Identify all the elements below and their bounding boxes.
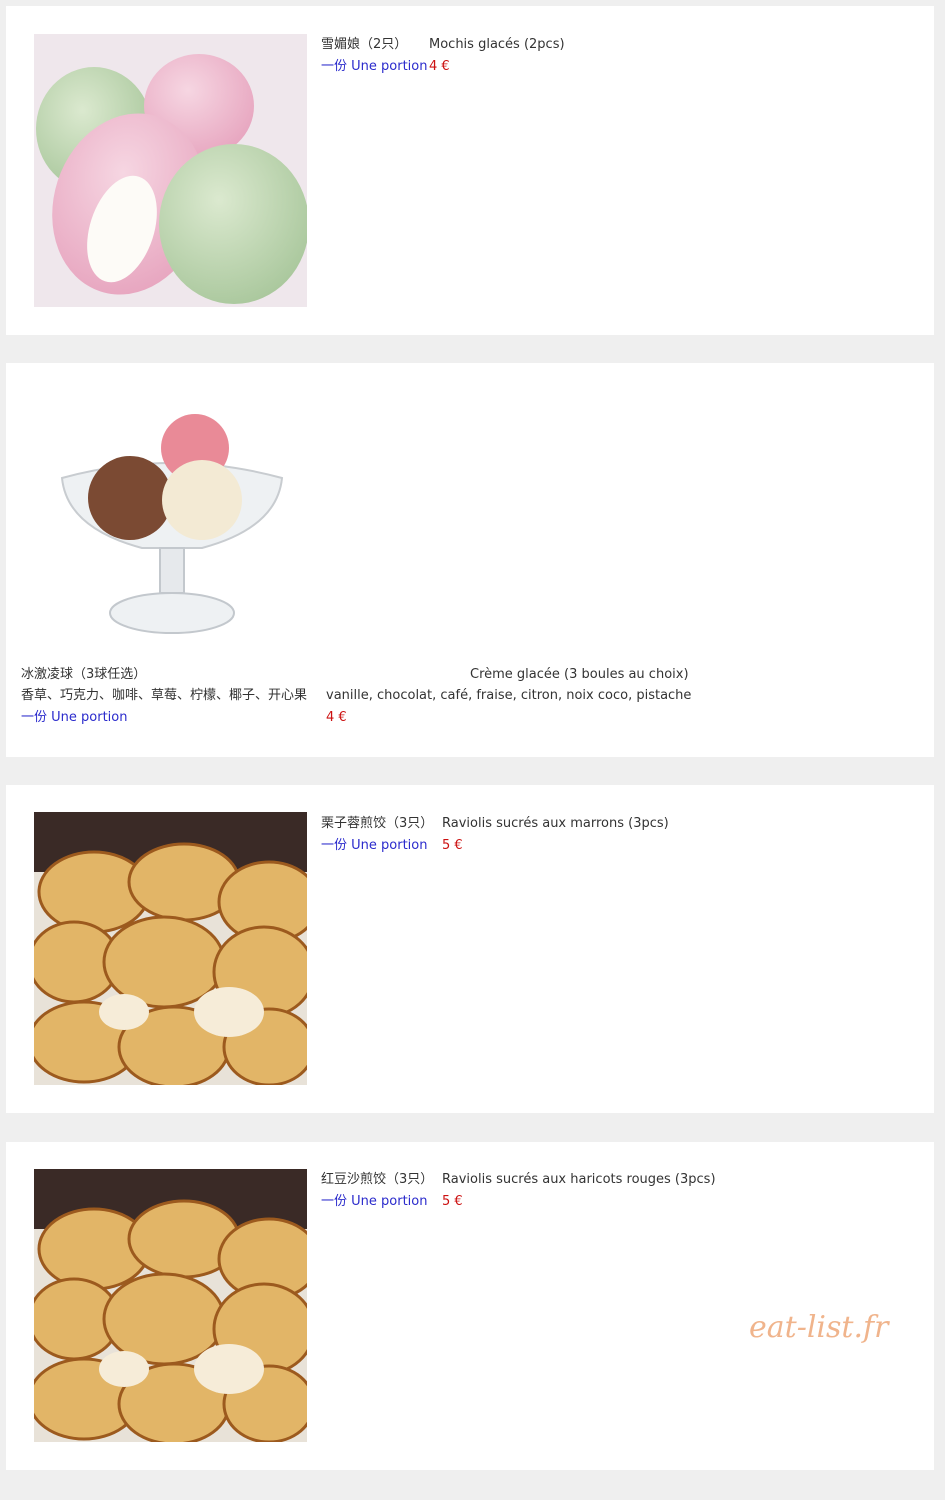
price-label: 4 € xyxy=(429,59,450,74)
menu-item-card: 雪媚娘（2只） Mochis glacés (2pcs) 一份 Une port… xyxy=(6,6,934,335)
item-name-fr: Raviolis sucrés aux marrons (3pcs) xyxy=(442,816,669,831)
flavors-zh: 香草、巧克力、咖啡、草莓、柠檬、椰子、开心果 xyxy=(21,688,308,703)
portion-label: 一份 Une portion xyxy=(321,838,428,853)
portion-label: 一份 Une portion xyxy=(21,710,128,725)
item-name-fr: Mochis glacés (2pcs) xyxy=(429,37,565,52)
item-name-zh: 雪媚娘（2只） xyxy=(321,37,408,52)
menu-item-card: 红豆沙煎饺（3只） Raviolis sucrés aux haricots r… xyxy=(6,1142,934,1470)
price-label: 5 € xyxy=(442,838,463,853)
fried-dumplings-photo xyxy=(34,812,307,1085)
flavors-fr: vanille, chocolat, café, fraise, citron,… xyxy=(326,688,692,703)
item-name-fr: Raviolis sucrés aux haricots rouges (3pc… xyxy=(442,1172,716,1187)
portion-label: 一份 Une portion xyxy=(321,59,428,74)
item-name-zh: 冰激凌球（3球任选） xyxy=(21,667,147,682)
watermark: eat-list.fr xyxy=(749,1310,889,1345)
item-name-zh: 栗子蓉煎饺（3只） xyxy=(321,816,434,831)
mochi-photo xyxy=(34,34,307,307)
menu-item-card: 栗子蓉煎饺（3只） Raviolis sucrés aux marrons (3… xyxy=(6,785,934,1113)
fried-dumplings-photo xyxy=(34,1169,307,1442)
price-label: 5 € xyxy=(442,1194,463,1209)
item-name-fr: Crème glacée (3 boules au choix) xyxy=(470,667,689,682)
portion-label: 一份 Une portion xyxy=(321,1194,428,1209)
price-label: 4 € xyxy=(326,710,347,725)
item-name-zh: 红豆沙煎饺（3只） xyxy=(321,1172,434,1187)
ice-cream-photo xyxy=(52,408,292,643)
menu-item-card: 冰激凌球（3球任选） Crème glacée (3 boules au cho… xyxy=(6,363,934,757)
